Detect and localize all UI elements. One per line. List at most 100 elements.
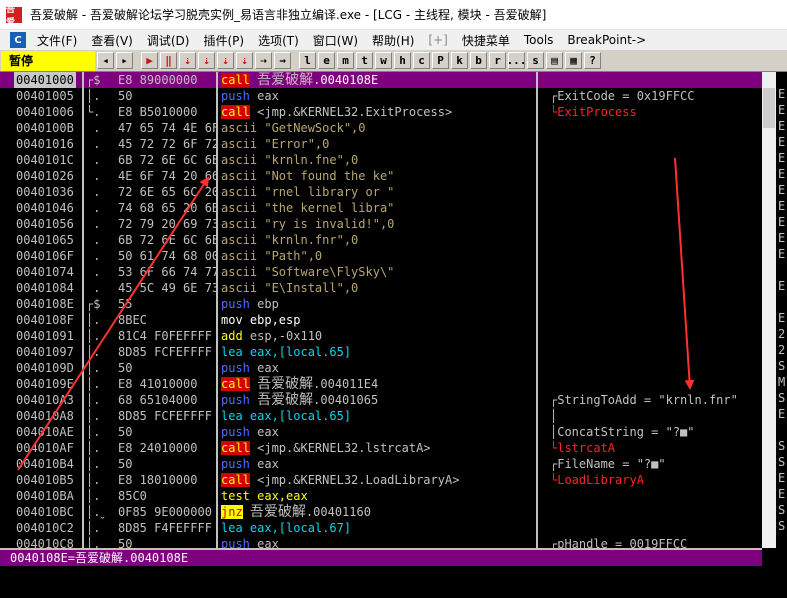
hex-bytes-cell: 8D85 F4FEFFFF [118, 521, 212, 535]
disasm-row[interactable]: 00401000 ┌$ E8 89000000 call 吾爱破解.0040108E [0, 72, 762, 88]
menu-item[interactable]: 插件(P) [196, 32, 251, 49]
mnemonic-ascii: ascii "Software\FlySky\" [221, 265, 395, 279]
disasm-row[interactable]: 00401084 . 45 5C 49 6E 73 ascii "E\Install… [0, 280, 762, 296]
disasm-row[interactable]: 00401005 │. 50 push eax ┌ExitCode = 0x19FFCC [0, 88, 762, 104]
disasm-row[interactable]: 00401036 . 72 6E 65 6C 20 ascii "rnel libr… [0, 184, 762, 200]
toolbar-button[interactable]: ⇢ [255, 52, 272, 69]
toolbar-button[interactable]: r [489, 52, 506, 69]
instruction-cell: ascii "the kernel libra" [221, 200, 394, 216]
address-cell: 00401000 [14, 72, 76, 88]
toolbar-button[interactable]: c [413, 52, 430, 69]
toolbar-button[interactable]: ⇣ [236, 52, 253, 69]
menu-item[interactable]: 查看(V) [84, 32, 140, 49]
vertical-scrollbar[interactable] [762, 72, 776, 548]
disasm-row[interactable]: 00401016 . 45 72 72 6F 72 ascii "Error",0 [0, 136, 762, 152]
disasm-row[interactable]: 004010BC │.ˬ 0F85 9E000000 jnz 吾爱破解.0040116… [0, 504, 762, 520]
instruction-cell: ascii "Error",0 [221, 136, 329, 152]
toolbar-button[interactable]: b [470, 52, 487, 69]
disasm-row[interactable]: 004010B5 │. E8 18010000 call <jmp.&KERNEL32… [0, 472, 762, 488]
register-strip: E E E E E E E E E E E E E 2 2 S M S E S … [762, 72, 787, 598]
disasm-row[interactable]: 0040109E │. E8 41010000 call 吾爱破解.004011E4 [0, 376, 762, 392]
instruction-cell: push eax [221, 456, 279, 472]
mnemonic-push: push [221, 89, 250, 103]
operand-text: .00401160 [305, 505, 371, 519]
disasm-row[interactable]: 00401046 . 74 68 65 20 6B ascii "the kerne… [0, 200, 762, 216]
disasm-row[interactable]: 00401006 └. E8 B5010000 call <jmp.&KERNEL32… [0, 104, 762, 120]
disasm-row[interactable]: 0040100B . 47 65 74 4E 6F ascii "GetNewSoc… [0, 120, 762, 136]
comment-cell: └LoadLibraryA [550, 473, 644, 487]
flow-marker: │. [86, 409, 101, 423]
disasm-row[interactable]: 004010BA │. 85C0 test eax,eax [0, 488, 762, 504]
hex-bytes-cell: E8 41010000 [118, 377, 198, 391]
toolbar-button[interactable]: s [527, 52, 544, 69]
disasm-row[interactable]: 0040109D │. 50 push eax [0, 360, 762, 376]
toolbar-button[interactable]: e [318, 52, 335, 69]
toolbar-button[interactable]: w [375, 52, 392, 69]
disasm-row[interactable]: 004010B4 │. 50 push eax ┌FileName = "?■" [0, 456, 762, 472]
mnemonic-push: push [221, 457, 250, 471]
address-cell: 0040109E [16, 377, 74, 391]
instruction-cell: lea eax,[local.65] [221, 344, 351, 360]
disassembly-pane[interactable]: 00401000 ┌$ E8 89000000 call 吾爱破解.0040108E 0… [0, 72, 762, 548]
disasm-row[interactable]: 0040106F . 50 61 74 68 00 ascii "Path",0 [0, 248, 762, 264]
toolbar-button[interactable]: ▤ [546, 52, 563, 69]
menu-item[interactable]: 调试(D) [140, 32, 197, 49]
menu-item[interactable]: Tools [517, 33, 561, 47]
hex-bytes-cell: 55 [118, 297, 133, 311]
toolbar-button[interactable]: ▸ [116, 52, 133, 69]
disasm-row[interactable]: 00401056 . 72 79 20 69 73 ascii "ry is inv… [0, 216, 762, 232]
toolbar-button[interactable]: ⇣ [217, 52, 234, 69]
address-cell: 00401026 [16, 169, 74, 183]
toolbar-button[interactable]: t [356, 52, 373, 69]
menu-item[interactable]: [+] [421, 33, 454, 47]
toolbar-button[interactable]: ‖ [160, 52, 177, 69]
toolbar-button[interactable]: m [337, 52, 354, 69]
disasm-row[interactable]: 004010A8 │. 8D85 FCFEFFFF lea eax,[local.65… [0, 408, 762, 424]
mnemonic-lea: lea eax,[local.65] [221, 409, 352, 423]
disasm-row[interactable]: 00401065 . 6B 72 6E 6C 6E ascii "krnln.fnr… [0, 232, 762, 248]
disasm-row[interactable]: 0040101C . 6B 72 6E 6C 6E ascii "krnln.fne… [0, 152, 762, 168]
toolbar-button[interactable]: ▶ [141, 52, 158, 69]
menu-item[interactable]: 帮助(H) [365, 32, 421, 49]
address-cell: 004010BC [16, 505, 74, 519]
disasm-row[interactable]: 0040108E ┌$ 55 push ebp [0, 296, 762, 312]
toolbar-button[interactable]: ⇣ [179, 52, 196, 69]
menu-item[interactable]: 文件(F) [30, 32, 84, 49]
hex-bytes-cell: 50 [118, 457, 133, 471]
toolbar-button[interactable]: → [274, 52, 291, 69]
disasm-row[interactable]: 00401097 │. 8D85 FCFEFFFF lea eax,[local.65… [0, 344, 762, 360]
toolbar-button[interactable]: h [394, 52, 411, 69]
toolbar-button[interactable]: P [432, 52, 449, 69]
mnemonic-ascii: ascii "Path",0 [221, 249, 323, 263]
operand-text: eax [249, 89, 279, 103]
disasm-row[interactable]: 004010AE │. 50 push eax │ConcatString = "?■" [0, 424, 762, 440]
disasm-row[interactable]: 004010C2 │. 8D85 F4FEFFFF lea eax,[local.67… [0, 520, 762, 536]
instruction-cell: ascii "krnln.fnr",0 [221, 232, 358, 248]
toolbar-button[interactable]: k [451, 52, 468, 69]
toolbar-button[interactable]: l [299, 52, 316, 69]
menu-item[interactable]: 快捷菜单 [455, 32, 517, 49]
info-line: 0040108E=吾爱破解.0040108E [0, 550, 762, 566]
menu-item[interactable]: 选项(T) [251, 32, 306, 49]
toolbar-button[interactable]: ⇣ [198, 52, 215, 69]
disasm-row[interactable]: 004010AF │. E8 24010000 call <jmp.&KERNEL32… [0, 440, 762, 456]
toolbar-button[interactable]: ... [507, 52, 526, 69]
info-pane: 0040108E=吾爱破解.0040108E [0, 548, 762, 598]
disasm-row[interactable]: 0040108F │. 8BEC mov ebp,esp [0, 312, 762, 328]
flow-marker: . [86, 217, 101, 231]
menu-item[interactable]: 窗口(W) [306, 32, 365, 49]
hex-bytes-cell: 50 61 74 68 00 [118, 249, 218, 263]
toolbar-button[interactable]: ▦ [565, 52, 582, 69]
toolbar-button[interactable]: ◂ [97, 52, 114, 69]
disasm-row[interactable]: 00401026 . 4E 6F 74 20 66 ascii "Not found… [0, 168, 762, 184]
disasm-row[interactable]: 00401074 . 53 6F 66 74 77 ascii "Software\… [0, 264, 762, 280]
toolbar-button[interactable]: ? [584, 52, 601, 69]
disasm-row[interactable]: 00401091 │. 81C4 F0FEFFFF add esp,-0x110 [0, 328, 762, 344]
operand-text: eax [249, 361, 279, 375]
flow-marker: │. [86, 361, 101, 375]
disasm-row[interactable]: 004010C8 │. 50 push eax ┌pHandle = 0019FFCC [0, 536, 762, 548]
disasm-row[interactable]: 004010A3 │. 68 65104000 push 吾爱破解.00401065 ┌… [0, 392, 762, 408]
scrollbar-thumb[interactable] [763, 88, 775, 128]
cpu-window-icon[interactable]: C [10, 32, 26, 48]
menu-item[interactable]: BreakPoint-> [560, 33, 653, 47]
